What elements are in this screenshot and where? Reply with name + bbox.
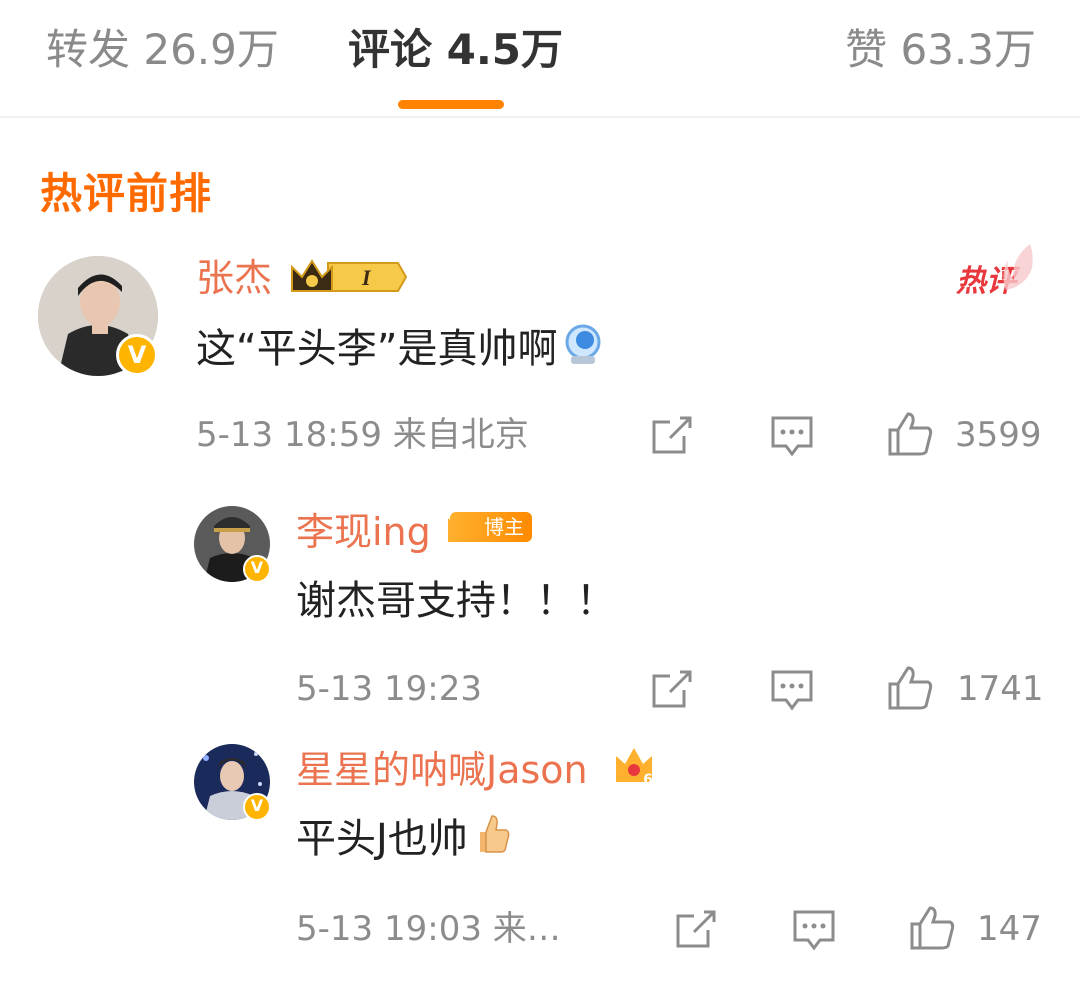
username[interactable]: 李现ing <box>296 506 431 558</box>
reply-button[interactable] <box>770 414 814 458</box>
comment-icon <box>771 670 813 711</box>
like-count: 147 <box>977 909 1042 949</box>
comment-icon <box>793 910 835 951</box>
blogger-badge: 博主 <box>450 512 532 542</box>
username[interactable]: 张杰 <box>196 252 272 304</box>
tab-likes[interactable]: 赞 63.3万 <box>845 22 1036 78</box>
like-button[interactable] <box>908 904 956 952</box>
reply-button[interactable] <box>792 908 836 952</box>
verified-v-icon: V <box>243 793 271 821</box>
astronaut-emoji-icon <box>561 322 605 380</box>
like-count: 1741 <box>957 669 1044 709</box>
comment-meta: 5-13 19:23 <box>296 669 482 709</box>
level-badge: 7 博主 <box>444 508 540 548</box>
thumbs-up-icon <box>910 906 955 950</box>
share-icon <box>676 910 716 948</box>
thumbs-up-emoji-icon <box>474 812 512 870</box>
flame-decoration-icon <box>1003 244 1033 290</box>
like-button[interactable] <box>886 410 934 458</box>
comment-meta: 5-13 19:03 来… <box>296 909 561 949</box>
level-badge: 6 <box>612 744 656 788</box>
like-button[interactable] <box>886 664 934 712</box>
comment-meta: 5-13 18:59 来自北京 <box>196 415 529 455</box>
comment-text: 平头J也帅 <box>296 812 512 870</box>
thumbs-up-icon <box>888 412 933 456</box>
share-icon <box>652 416 692 454</box>
share-icon <box>652 670 692 708</box>
like-count: 3599 <box>955 415 1042 455</box>
share-button[interactable] <box>674 908 718 950</box>
crown-icon: I <box>291 259 408 292</box>
share-button[interactable] <box>650 668 694 710</box>
tab-comments[interactable]: 评论 4.5万 <box>348 22 563 78</box>
comment-text: 谢杰哥支持！！！ <box>296 578 616 624</box>
reply-button[interactable] <box>770 668 814 712</box>
comment-icon <box>771 416 813 457</box>
username[interactable]: 星星的呐喊Jason <box>296 744 588 796</box>
section-title: 热评前排 <box>40 169 213 218</box>
svg-text:I: I <box>361 265 372 290</box>
tab-bar: 转发 26.9万 评论 4.5万 赞 63.3万 <box>0 0 1080 118</box>
level-badge: I I <box>288 255 408 299</box>
verified-v-icon: V <box>116 334 158 376</box>
crown-icon: 6 <box>616 748 653 788</box>
svg-text:6: 6 <box>643 772 653 788</box>
comment-text: 这“平头李”是真帅啊 <box>196 322 605 380</box>
active-tab-indicator <box>398 100 504 109</box>
verified-v-icon: V <box>243 555 271 583</box>
tab-repost[interactable]: 转发 26.9万 <box>46 22 279 78</box>
share-button[interactable] <box>650 414 694 456</box>
thumbs-up-icon <box>888 666 933 710</box>
